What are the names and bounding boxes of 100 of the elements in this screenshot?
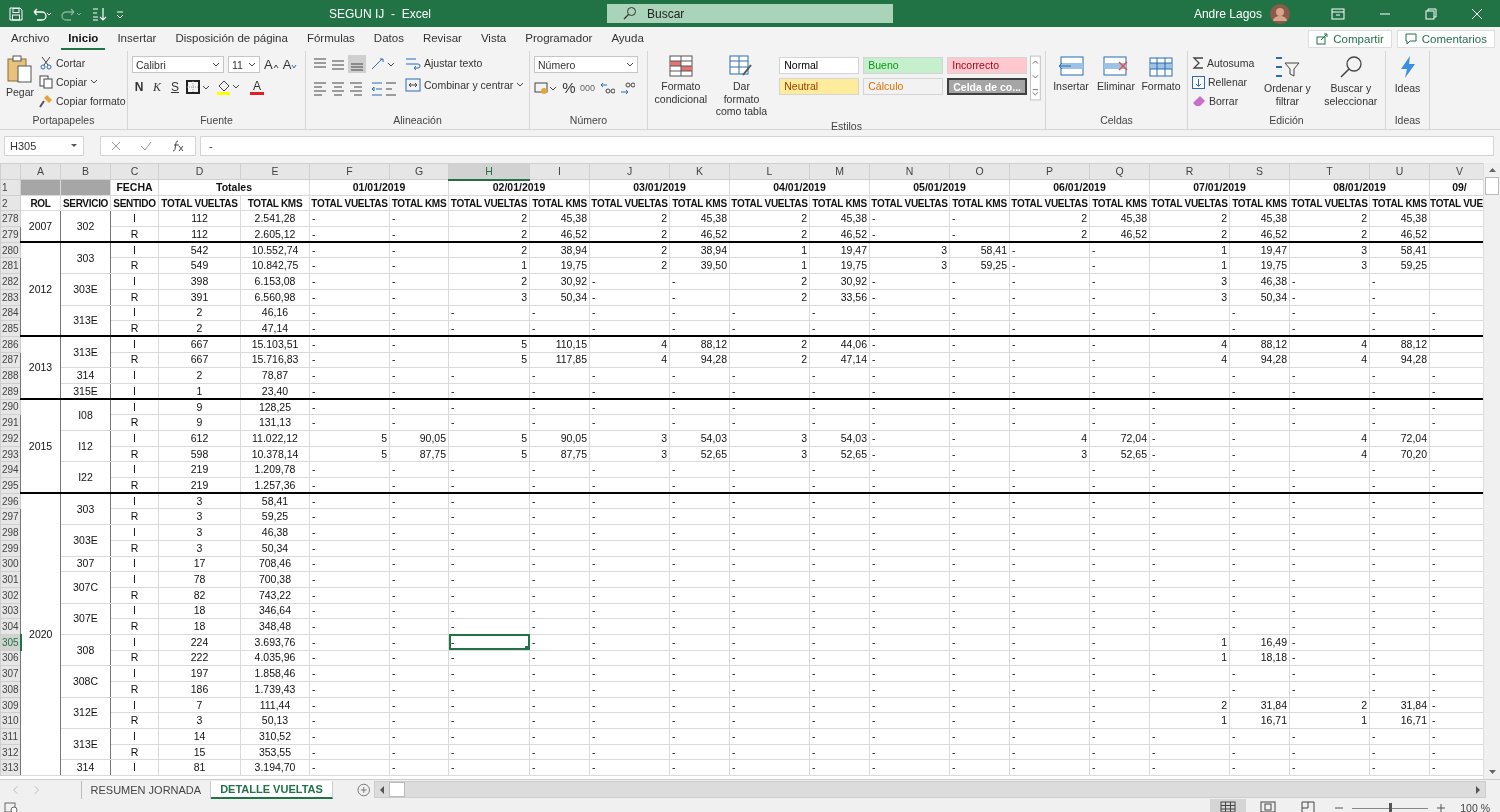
column-header[interactable]: Q: [1089, 163, 1150, 180]
zoom-level[interactable]: 100 %: [1460, 802, 1490, 812]
fill-button[interactable]: Rellenar: [1192, 74, 1255, 90]
table-cell: -: [389, 242, 449, 258]
sort-icon[interactable]: [91, 6, 107, 21]
cut-button[interactable]: Cortar: [39, 55, 126, 71]
column-header[interactable]: P: [1009, 163, 1090, 180]
ribbon-display-icon[interactable]: [1331, 7, 1345, 20]
column-header[interactable]: V: [1429, 163, 1483, 180]
restore-icon[interactable]: [1425, 7, 1437, 20]
save-icon[interactable]: [9, 6, 23, 21]
ribbon-tab[interactable]: Programador: [518, 28, 600, 50]
macro-record-icon[interactable]: [4, 802, 18, 812]
column-header[interactable]: D: [158, 163, 241, 180]
ribbon-tab[interactable]: Archivo: [4, 28, 57, 50]
formula-field[interactable]: -: [200, 136, 1494, 156]
vertical-scrollbar[interactable]: [1483, 163, 1500, 779]
cancel-icon[interactable]: [110, 141, 121, 151]
table-cell: 33,56: [809, 289, 870, 305]
comments-button[interactable]: Comentarios: [1396, 30, 1495, 48]
column-header[interactable]: I: [529, 163, 590, 180]
underline-button[interactable]: S: [168, 80, 182, 94]
insert-cells-button[interactable]: Insertar: [1050, 53, 1092, 95]
conditional-format-button[interactable]: Formato condicional: [652, 53, 710, 108]
copy-button[interactable]: Copiar: [39, 74, 126, 90]
scroll-thumb[interactable]: [1485, 177, 1499, 195]
column-header[interactable]: O: [949, 163, 1010, 180]
format-as-table-button[interactable]: Dar formato como tabla: [712, 53, 771, 120]
cell-style-swatch[interactable]: Incorrecto: [947, 57, 1028, 74]
confirm-icon[interactable]: [140, 141, 152, 151]
ribbon-tab[interactable]: Datos: [366, 28, 411, 50]
column-header[interactable]: E: [240, 163, 310, 180]
name-box[interactable]: H305: [4, 136, 84, 156]
format-painter-button[interactable]: Copiar formato: [39, 93, 126, 109]
merge-center-button[interactable]: Combinar y centrar: [405, 77, 525, 93]
column-header[interactable]: T: [1289, 163, 1370, 180]
redo-icon[interactable]: [61, 6, 83, 21]
column-header[interactable]: C: [110, 163, 159, 180]
share-button[interactable]: Compartir: [1308, 30, 1392, 48]
scroll-thumb[interactable]: [389, 782, 406, 797]
ribbon-tab[interactable]: Vista: [473, 28, 514, 50]
number-format-field[interactable]: Número: [534, 56, 638, 73]
column-header[interactable]: L: [729, 163, 810, 180]
column-header[interactable]: H: [448, 163, 530, 180]
font-size-field[interactable]: 11: [228, 56, 260, 73]
wrap-text-button[interactable]: Ajustar texto: [405, 55, 525, 71]
thousands-button[interactable]: 000: [580, 82, 596, 93]
column-header[interactable]: A: [20, 163, 61, 180]
zoom-slider-thumb[interactable]: [1389, 802, 1393, 812]
currency-icon[interactable]: [534, 80, 558, 95]
shrink-font-button[interactable]: A: [282, 57, 298, 72]
column-header[interactable]: U: [1369, 163, 1430, 180]
autosum-button[interactable]: Autosuma: [1192, 55, 1255, 71]
user-name[interactable]: Andre Lagos: [1193, 6, 1262, 21]
ribbon-tab[interactable]: Insertar: [110, 28, 164, 50]
find-select-button[interactable]: Buscar y seleccionar: [1320, 53, 1381, 110]
italic-button[interactable]: K: [150, 79, 164, 95]
column-header[interactable]: K: [669, 163, 730, 180]
zoom-in-icon[interactable]: [1436, 803, 1447, 812]
delete-cells-button[interactable]: Eliminar: [1095, 53, 1137, 95]
sheet-tab[interactable]: DETALLE VUELTAS: [211, 780, 333, 799]
avatar-icon[interactable]: [1270, 3, 1290, 24]
paste-button[interactable]: Pegar: [4, 53, 37, 101]
clear-button[interactable]: Borrar: [1192, 93, 1255, 109]
increase-decimal-icon[interactable]: [599, 80, 616, 95]
column-header[interactable]: G: [389, 163, 449, 180]
column-header[interactable]: N: [869, 163, 950, 180]
font-name-field[interactable]: Calibri: [132, 56, 224, 73]
format-cells-button[interactable]: Formato: [1140, 53, 1182, 95]
cell-style-swatch[interactable]: Normal: [779, 57, 860, 74]
cell-style-swatch[interactable]: Neutral: [779, 78, 860, 95]
column-header[interactable]: B: [60, 163, 111, 180]
fill-color-icon[interactable]: [216, 79, 242, 95]
selected-cell[interactable]: -: [448, 634, 530, 651]
ribbon-tab[interactable]: Revisar: [415, 28, 469, 50]
column-header[interactable]: S: [1229, 163, 1290, 180]
column-header[interactable]: J: [589, 163, 670, 180]
decrease-decimal-icon[interactable]: [619, 80, 636, 95]
percent-button[interactable]: %: [562, 79, 576, 96]
table-cell: -: [1089, 289, 1150, 305]
grow-font-button[interactable]: A: [264, 57, 279, 72]
undo-icon[interactable]: [31, 6, 53, 21]
font-color-button[interactable]: A: [250, 79, 264, 95]
bold-button[interactable]: N: [132, 80, 146, 94]
column-header[interactable]: R: [1149, 163, 1230, 180]
ideas-button[interactable]: Ideas: [1390, 53, 1425, 97]
ribbon-tab[interactable]: Inicio: [61, 28, 106, 50]
sort-filter-button[interactable]: Ordenar y filtrar: [1257, 53, 1318, 110]
column-header[interactable]: F: [309, 163, 390, 180]
close-icon[interactable]: [1471, 7, 1483, 20]
ribbon-tab[interactable]: Fórmulas: [299, 28, 362, 50]
ribbon-tab[interactable]: Disposición de página: [168, 28, 295, 50]
ribbon-tab[interactable]: Ayuda: [604, 28, 651, 50]
horizontal-scrollbar[interactable]: [374, 781, 1486, 798]
border-icon[interactable]: [186, 80, 212, 94]
search-field[interactable]: Buscar: [607, 4, 893, 23]
column-header[interactable]: M: [809, 163, 870, 180]
gallery-scroll-icon[interactable]: [1030, 53, 1041, 103]
function-icon[interactable]: [171, 140, 186, 152]
add-sheet-icon[interactable]: [356, 782, 371, 797]
